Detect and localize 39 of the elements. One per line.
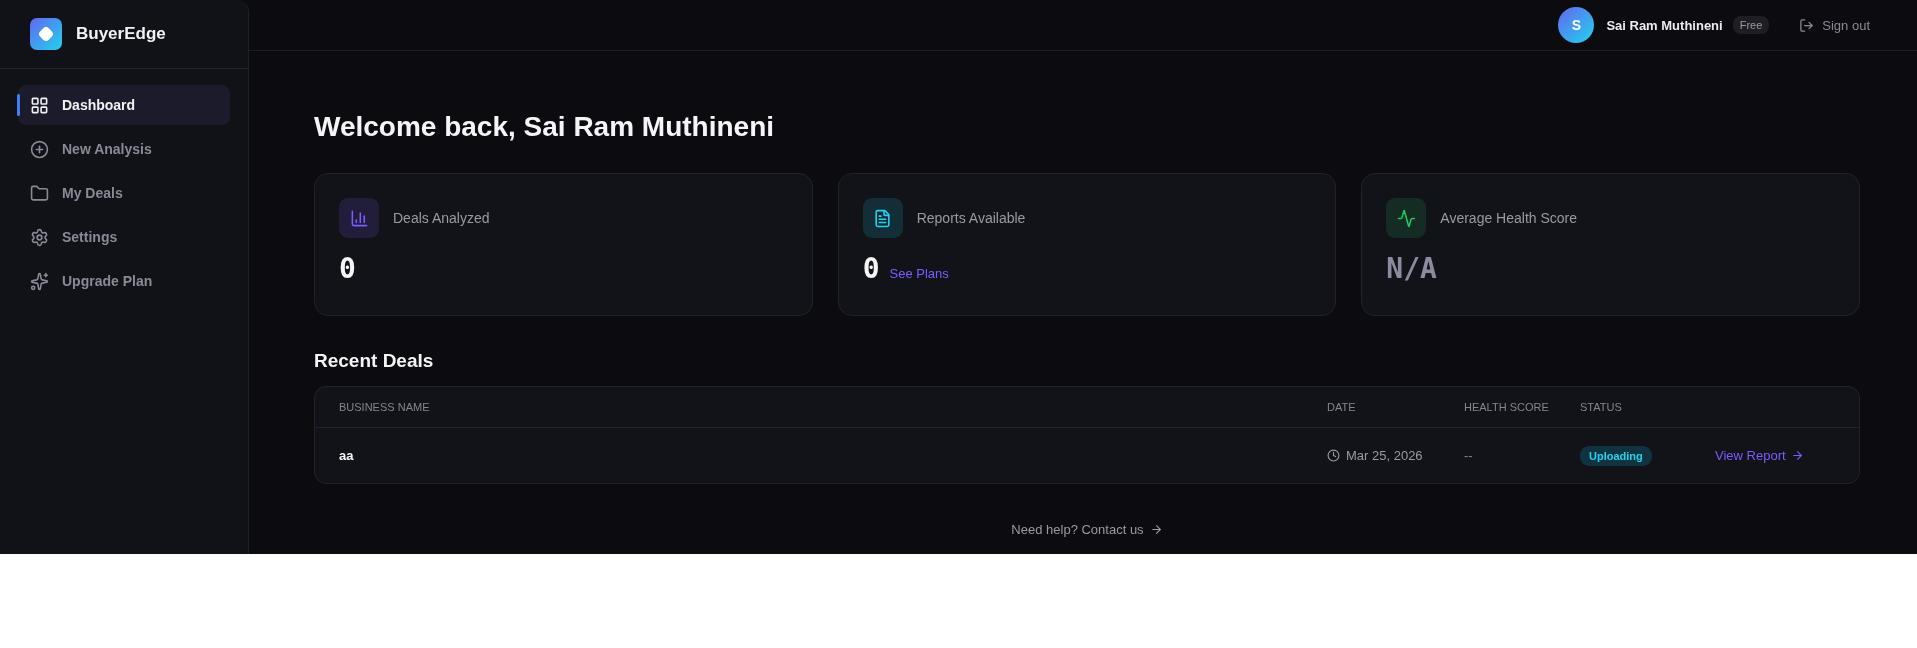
page-title: Welcome back, Sai Ram Muthineni — [314, 111, 776, 143]
stat-label: Average Health Score — [1440, 210, 1578, 226]
user-name: Sai Ram Muthineni — [1606, 17, 1723, 33]
column-header: BUSINESS NAME — [339, 401, 431, 413]
logo-icon — [30, 18, 62, 50]
column-header: DATE — [1327, 401, 1357, 413]
clock-icon — [1327, 449, 1340, 462]
arrow-icon — [1790, 449, 1804, 462]
nav-item[interactable]: New Analysis — [18, 129, 230, 169]
stat-label: Deals Analyzed — [393, 210, 490, 226]
grid-icon — [30, 95, 49, 115]
logout-icon — [1799, 17, 1815, 33]
sparkles-icon — [30, 271, 49, 291]
nav-item[interactable]: Settings — [18, 217, 230, 257]
stat-value: N/A — [1386, 252, 1437, 285]
status-badge: Uploading — [1580, 445, 1652, 466]
plan-badge: Free — [1732, 16, 1770, 34]
column-header: STATUS — [1580, 401, 1623, 413]
business-name: aa — [339, 448, 355, 463]
date-cell: Mar 25, 2026 — [1327, 448, 1464, 463]
brand-name: BuyerEdge — [76, 24, 166, 44]
nav-item[interactable]: Dashboard — [18, 85, 230, 125]
stat-label: Reports Available — [916, 210, 1026, 226]
help-link[interactable]: Need help? Contact us — [1011, 522, 1163, 537]
stat-value: 0 — [339, 252, 356, 285]
nav-item[interactable]: Upgrade Plan — [18, 261, 230, 301]
plus-circle-icon — [30, 139, 49, 159]
stat-value: 0 — [862, 252, 880, 285]
health-score-cell-text: -- — [1464, 448, 1474, 463]
folder-icon — [30, 183, 49, 203]
section-heading: Recent Deals — [314, 350, 435, 372]
view-report-link[interactable]: View Report — [1715, 448, 1835, 463]
see-plans-link[interactable]: See Plans — [889, 266, 949, 281]
column-header: HEALTH SCORE — [1464, 401, 1550, 413]
arrow-icon — [1149, 523, 1163, 536]
sign-out-button[interactable]: Sign out — [1799, 17, 1870, 33]
nav-item[interactable]: My Deals — [18, 173, 230, 213]
avatar[interactable]: S — [1558, 7, 1595, 43]
settings-icon — [30, 227, 49, 247]
